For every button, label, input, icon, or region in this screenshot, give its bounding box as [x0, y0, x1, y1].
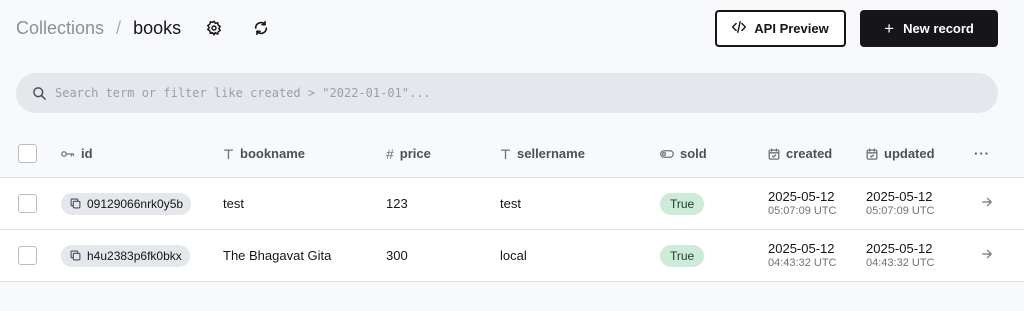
price-cell: 300	[386, 248, 408, 263]
created-cell: 2025-05-12 04:43:32 UTC	[768, 230, 836, 281]
copy-icon	[70, 250, 81, 261]
text-icon	[500, 148, 511, 160]
record-id-chip[interactable]: 09129066nrk0y5b	[61, 192, 192, 215]
created-date: 2025-05-12	[768, 240, 835, 256]
updated-date: 2025-05-12	[866, 188, 933, 204]
records-table: id bookname # price sellername sold crea…	[0, 130, 1024, 282]
updated-cell: 2025-05-12 04:43:32 UTC	[866, 230, 934, 281]
page-title: books	[133, 17, 182, 38]
created-time: 05:07:09 UTC	[768, 204, 837, 217]
arrow-right-icon[interactable]	[981, 196, 993, 211]
row-checkbox[interactable]	[18, 194, 37, 213]
bookname-cell: test	[223, 196, 244, 211]
more-icon: ···	[974, 146, 990, 161]
search-input[interactable]	[55, 86, 998, 100]
breadcrumb-separator: /	[116, 17, 122, 38]
updated-time: 05:07:09 UTC	[866, 204, 935, 217]
breadcrumb: Collections / books	[16, 18, 181, 39]
column-bookname[interactable]: bookname	[223, 130, 305, 177]
price-cell: 123	[386, 196, 408, 211]
updated-date: 2025-05-12	[866, 240, 933, 256]
updated-time: 04:43:32 UTC	[866, 256, 935, 269]
column-updated[interactable]: updated	[866, 130, 935, 177]
record-id: h4u2383p6fk0bkx	[87, 248, 182, 263]
column-created[interactable]: created	[768, 130, 832, 177]
column-price[interactable]: # price	[386, 130, 431, 177]
select-all-checkbox[interactable]	[18, 144, 37, 163]
header: Collections / books API Preview + New re…	[16, 9, 998, 47]
api-preview-label: API Preview	[754, 20, 829, 36]
created-date: 2025-05-12	[768, 188, 835, 204]
text-icon	[223, 148, 234, 160]
table-header-row: id bookname # price sellername sold crea…	[0, 130, 1024, 178]
table-row[interactable]: 09129066nrk0y5b test 123 test True 2025-…	[0, 178, 1024, 230]
table-row[interactable]: h4u2383p6fk0bkx The Bhagavat Gita 300 lo…	[0, 230, 1024, 282]
api-preview-button[interactable]: API Preview	[715, 9, 846, 47]
refresh-icon[interactable]	[252, 19, 270, 37]
bookname-cell: The Bhagavat Gita	[223, 248, 332, 263]
record-id-chip[interactable]: h4u2383p6fk0bkx	[61, 244, 190, 267]
updated-cell: 2025-05-12 05:07:09 UTC	[866, 178, 934, 229]
plus-icon: +	[884, 18, 895, 38]
toggle-icon	[660, 149, 674, 159]
code-icon	[731, 20, 747, 36]
calendar-icon	[866, 148, 878, 160]
search-icon	[32, 86, 47, 101]
sellername-cell: local	[500, 248, 527, 263]
column-id[interactable]: id	[61, 130, 93, 177]
copy-icon	[70, 198, 81, 209]
calendar-icon	[768, 148, 780, 160]
new-record-button[interactable]: + New record	[860, 9, 998, 47]
key-icon	[61, 148, 75, 160]
column-sellername[interactable]: sellername	[500, 130, 585, 177]
sellername-cell: test	[500, 196, 521, 211]
created-time: 04:43:32 UTC	[768, 256, 837, 269]
row-checkbox[interactable]	[18, 246, 37, 265]
created-cell: 2025-05-12 05:07:09 UTC	[768, 178, 836, 229]
sold-badge: True	[660, 244, 705, 267]
gear-icon[interactable]	[205, 19, 223, 37]
column-options-button[interactable]: ···	[974, 130, 990, 177]
new-record-label: New record	[903, 20, 974, 36]
sold-badge: True	[660, 192, 705, 215]
column-sold[interactable]: sold	[660, 130, 707, 177]
hash-icon: #	[386, 145, 394, 162]
search-bar[interactable]	[16, 73, 998, 113]
record-id: 09129066nrk0y5b	[87, 196, 184, 211]
arrow-right-icon[interactable]	[981, 248, 993, 263]
breadcrumb-collections[interactable]: Collections	[16, 18, 104, 39]
